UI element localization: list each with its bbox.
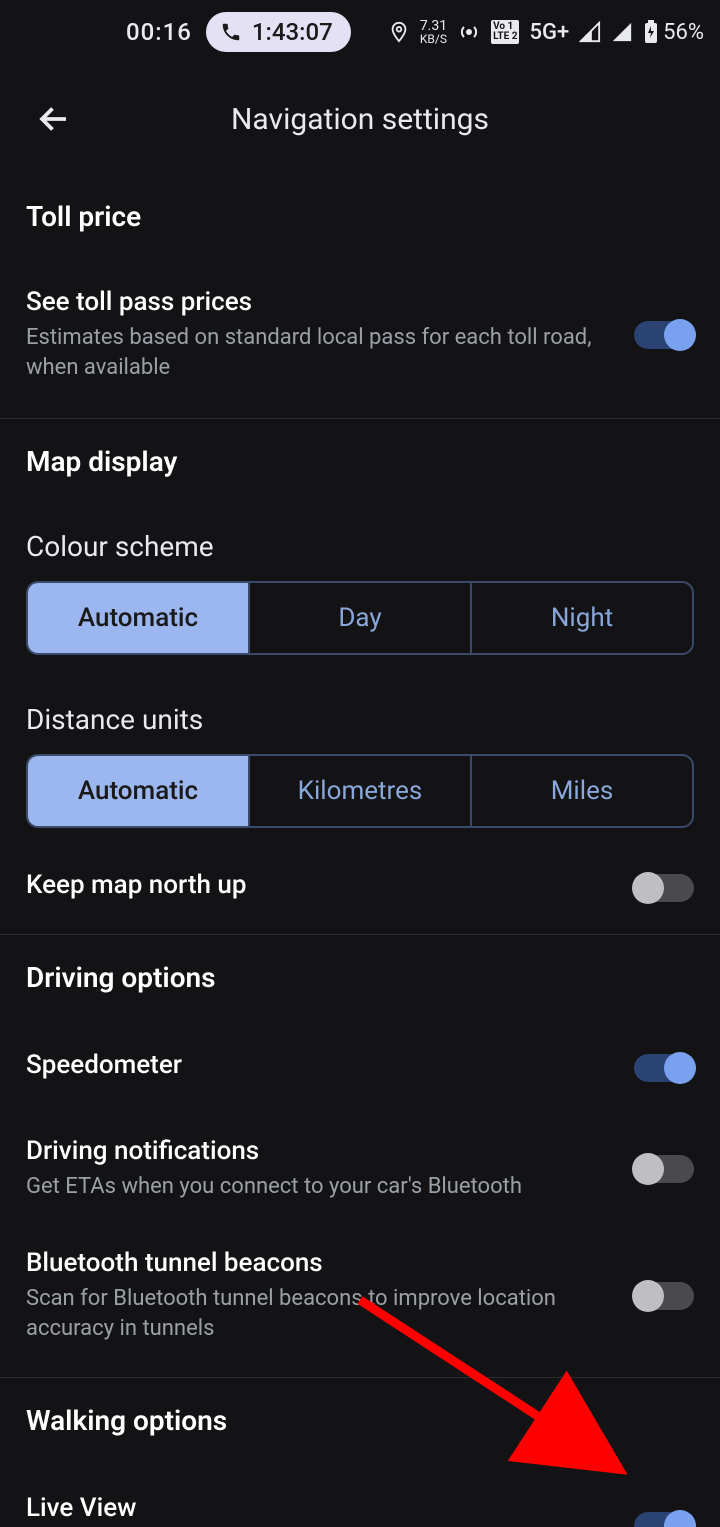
call-duration: 1:43:07	[252, 18, 333, 46]
section-heading-map-display: Map display	[0, 419, 720, 504]
segment-colour-day[interactable]: Day	[248, 583, 470, 653]
signal-icon-1	[579, 21, 601, 43]
setting-driving-notifications[interactable]: Driving notifications Get ETAs when you …	[0, 1116, 720, 1222]
segment-colour-automatic[interactable]: Automatic	[28, 583, 248, 653]
battery-indicator: 56%	[643, 20, 704, 45]
setting-toll-pass-prices[interactable]: See toll pass prices Estimates based on …	[0, 259, 720, 418]
status-bar: 00:16 1:43:07 7.31 KB/S Vo 1 LTE 2 5G+ 5…	[0, 0, 720, 64]
section-heading-driving: Driving options	[0, 935, 720, 1020]
setting-bluetooth-beacons[interactable]: Bluetooth tunnel beacons Scan for Blueto…	[0, 1222, 720, 1377]
setting-subtext: Estimates based on standard local pass f…	[26, 323, 614, 382]
ongoing-call-pill[interactable]: 1:43:07	[206, 12, 351, 52]
setting-keep-north-up[interactable]: Keep map north up	[0, 842, 720, 934]
app-bar: Navigation settings	[0, 64, 720, 174]
location-icon	[388, 19, 410, 45]
setting-subtext: Scan for Bluetooth tunnel beacons to imp…	[26, 1284, 614, 1343]
toggle-bluetooth-beacons[interactable]	[634, 1279, 694, 1313]
section-heading-walking: Walking options	[0, 1378, 720, 1463]
toggle-toll-pass-prices[interactable]	[634, 318, 694, 352]
segmented-colour-scheme: Automatic Day Night	[26, 581, 694, 655]
signal-icon-2	[611, 21, 633, 43]
setting-label: Keep map north up	[26, 870, 614, 900]
distance-units-label: Distance units	[0, 669, 720, 750]
network-type: 5G+	[529, 20, 569, 45]
page-title: Navigation settings	[0, 102, 720, 137]
toggle-driving-notifications[interactable]	[634, 1152, 694, 1186]
colour-scheme-label: Colour scheme	[0, 504, 720, 577]
battery-charging-icon	[643, 20, 659, 44]
segmented-distance-units: Automatic Kilometres Miles	[26, 754, 694, 828]
data-rate: 7.31 KB/S	[420, 19, 447, 45]
toggle-speedometer[interactable]	[634, 1051, 694, 1085]
hotspot-icon	[457, 20, 481, 44]
setting-label: Speedometer	[26, 1050, 614, 1080]
phone-icon	[220, 21, 242, 43]
setting-speedometer[interactable]: Speedometer	[0, 1020, 720, 1116]
setting-subtext: Get ETAs when you connect to your car's …	[26, 1172, 614, 1202]
toggle-keep-north-up[interactable]	[634, 871, 694, 905]
setting-label: Bluetooth tunnel beacons	[26, 1248, 614, 1278]
segment-distance-miles[interactable]: Miles	[470, 756, 692, 826]
segment-distance-automatic[interactable]: Automatic	[28, 756, 248, 826]
setting-label: Live View	[26, 1493, 614, 1523]
setting-live-view[interactable]: Live View Tilt phone to enter Live View …	[0, 1463, 720, 1527]
setting-label: Driving notifications	[26, 1136, 614, 1166]
setting-label: See toll pass prices	[26, 287, 614, 317]
section-heading-toll: Toll price	[0, 174, 720, 259]
toggle-live-view[interactable]	[634, 1509, 694, 1527]
volte-icon: Vo 1 LTE 2	[491, 20, 519, 44]
segment-distance-kilometres[interactable]: Kilometres	[248, 756, 470, 826]
segment-colour-night[interactable]: Night	[470, 583, 692, 653]
status-clock: 00:16	[126, 18, 192, 46]
